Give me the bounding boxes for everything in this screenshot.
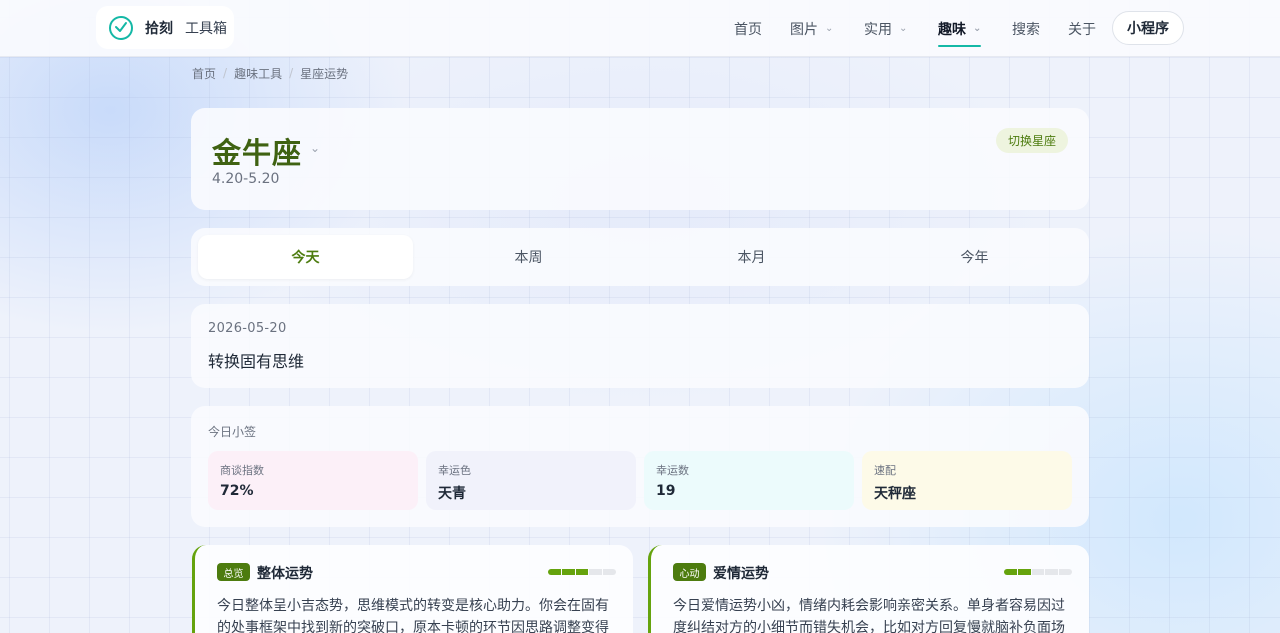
level-segment bbox=[561, 569, 575, 575]
brand-subtitle: 工具箱 bbox=[185, 20, 227, 37]
tab-this-year[interactable]: 今年 bbox=[867, 235, 1082, 279]
nav-search-label: 搜索 bbox=[1012, 21, 1040, 38]
level-segment bbox=[589, 569, 603, 575]
nav-fun[interactable]: 趣味 ⌄ bbox=[938, 0, 982, 57]
brand-name: 拾刻 bbox=[145, 20, 173, 37]
fortune-badge: 心动 bbox=[673, 563, 706, 581]
chevron-down-icon[interactable]: ⌄ bbox=[310, 141, 320, 155]
level-segment bbox=[575, 569, 589, 575]
fortune-badge: 总览 bbox=[217, 563, 250, 581]
stat-label: 速配 bbox=[874, 464, 896, 477]
switch-zodiac-button[interactable]: 切换星座 bbox=[996, 128, 1068, 153]
stat-value: 72% bbox=[220, 483, 254, 499]
fortune-text: 今日爱情运势小凶，情绪内耗会影响亲密关系。单身者容易因过度纠结对方的小细节而错失… bbox=[673, 598, 1065, 633]
level-segment bbox=[603, 569, 616, 575]
nav-fun-label: 趣味 bbox=[938, 21, 966, 38]
brand-logo[interactable]: 拾刻 工具箱 bbox=[96, 6, 234, 49]
daily-tips-title: 今日小签 bbox=[208, 425, 257, 439]
nav-about[interactable]: 关于 bbox=[1068, 0, 1096, 57]
nav-active-indicator bbox=[938, 45, 982, 47]
breadcrumb-separator: / bbox=[223, 66, 228, 80]
stat-value: 19 bbox=[656, 483, 676, 499]
stat-label: 幸运色 bbox=[438, 464, 471, 477]
stat-negotiation-index: 商谈指数 72% bbox=[208, 451, 418, 510]
fortune-text: 今日整体呈小吉态势，思维模式的转变是核心助力。你会在固有的处事框架中找到新的突破… bbox=[217, 598, 609, 633]
mini-program-button[interactable]: 小程序 bbox=[1112, 11, 1184, 45]
nav-home-label: 首页 bbox=[734, 21, 762, 38]
tab-this-week[interactable]: 本周 bbox=[421, 235, 636, 279]
level-segment bbox=[1059, 569, 1072, 575]
stat-lucky-number: 幸运数 19 bbox=[644, 451, 854, 510]
breadcrumb-home[interactable]: 首页 bbox=[192, 65, 216, 82]
level-segment bbox=[548, 569, 561, 575]
fortune-level-bar bbox=[1004, 569, 1072, 575]
level-segment bbox=[1004, 569, 1017, 575]
nav-images-label: 图片 bbox=[790, 21, 818, 38]
stat-label: 商谈指数 bbox=[220, 464, 264, 477]
top-header: 拾刻 工具箱 首页 图片 ⌄ 实用 ⌄ 趣味 ⌄ 搜索 关于 小程序 bbox=[0, 0, 1280, 57]
overall-fortune-card: 总览 整体运势 今日整体呈小吉态势，思维模式的转变是核心助力。你会在固有的处事框… bbox=[192, 545, 633, 633]
nav-about-label: 关于 bbox=[1068, 21, 1096, 38]
zodiac-name[interactable]: 金牛座 bbox=[212, 130, 302, 172]
nav-home[interactable]: 首页 bbox=[734, 0, 762, 57]
daily-tips-card: 今日小签 商谈指数 72% 幸运色 天青 幸运数 19 速配 天秤座 bbox=[191, 406, 1089, 527]
chevron-down-icon: ⌄ bbox=[899, 23, 908, 34]
breadcrumb-separator: / bbox=[289, 66, 294, 80]
daily-quote-card: 2026-05-20 转换固有思维 bbox=[191, 304, 1089, 388]
fortune-level-bar bbox=[548, 569, 616, 575]
tab-this-month[interactable]: 本月 bbox=[644, 235, 859, 279]
fortune-title: 爱情运势 bbox=[713, 566, 769, 582]
stat-label: 幸运数 bbox=[656, 464, 689, 477]
stat-best-match: 速配 天秤座 bbox=[862, 451, 1072, 510]
zodiac-date-range: 4.20-5.20 bbox=[212, 171, 280, 187]
nav-search[interactable]: 搜索 bbox=[1012, 0, 1040, 57]
level-segment bbox=[1045, 569, 1059, 575]
nav-utility[interactable]: 实用 ⌄ bbox=[864, 0, 907, 57]
quote-date: 2026-05-20 bbox=[208, 321, 287, 336]
level-segment bbox=[1031, 569, 1045, 575]
love-fortune-card: 心动 爱情运势 今日爱情运势小凶，情绪内耗会影响亲密关系。单身者容易因过度纠结对… bbox=[648, 545, 1089, 633]
zodiac-header-card: 金牛座 ⌄ 4.20-5.20 切换星座 bbox=[191, 108, 1089, 210]
stat-value: 天秤座 bbox=[874, 486, 916, 502]
nav-utility-label: 实用 bbox=[864, 21, 892, 38]
quote-text: 转换固有思维 bbox=[208, 352, 305, 371]
tab-today[interactable]: 今天 bbox=[198, 235, 413, 279]
breadcrumb-current: 星座运势 bbox=[300, 66, 349, 81]
breadcrumb: 首页 / 趣味工具 / 星座运势 bbox=[192, 65, 348, 81]
breadcrumb-fun-tools[interactable]: 趣味工具 bbox=[234, 65, 282, 82]
nav-images[interactable]: 图片 ⌄ bbox=[790, 0, 833, 57]
period-tabs: 今天 本周 本月 今年 bbox=[191, 228, 1089, 286]
level-segment bbox=[1017, 569, 1031, 575]
chevron-down-icon: ⌄ bbox=[825, 23, 834, 34]
stat-value: 天青 bbox=[438, 486, 466, 502]
fortune-title: 整体运势 bbox=[257, 566, 313, 582]
stat-lucky-color: 幸运色 天青 bbox=[426, 451, 636, 510]
clock-icon bbox=[108, 15, 134, 41]
chevron-down-icon: ⌄ bbox=[973, 23, 982, 34]
